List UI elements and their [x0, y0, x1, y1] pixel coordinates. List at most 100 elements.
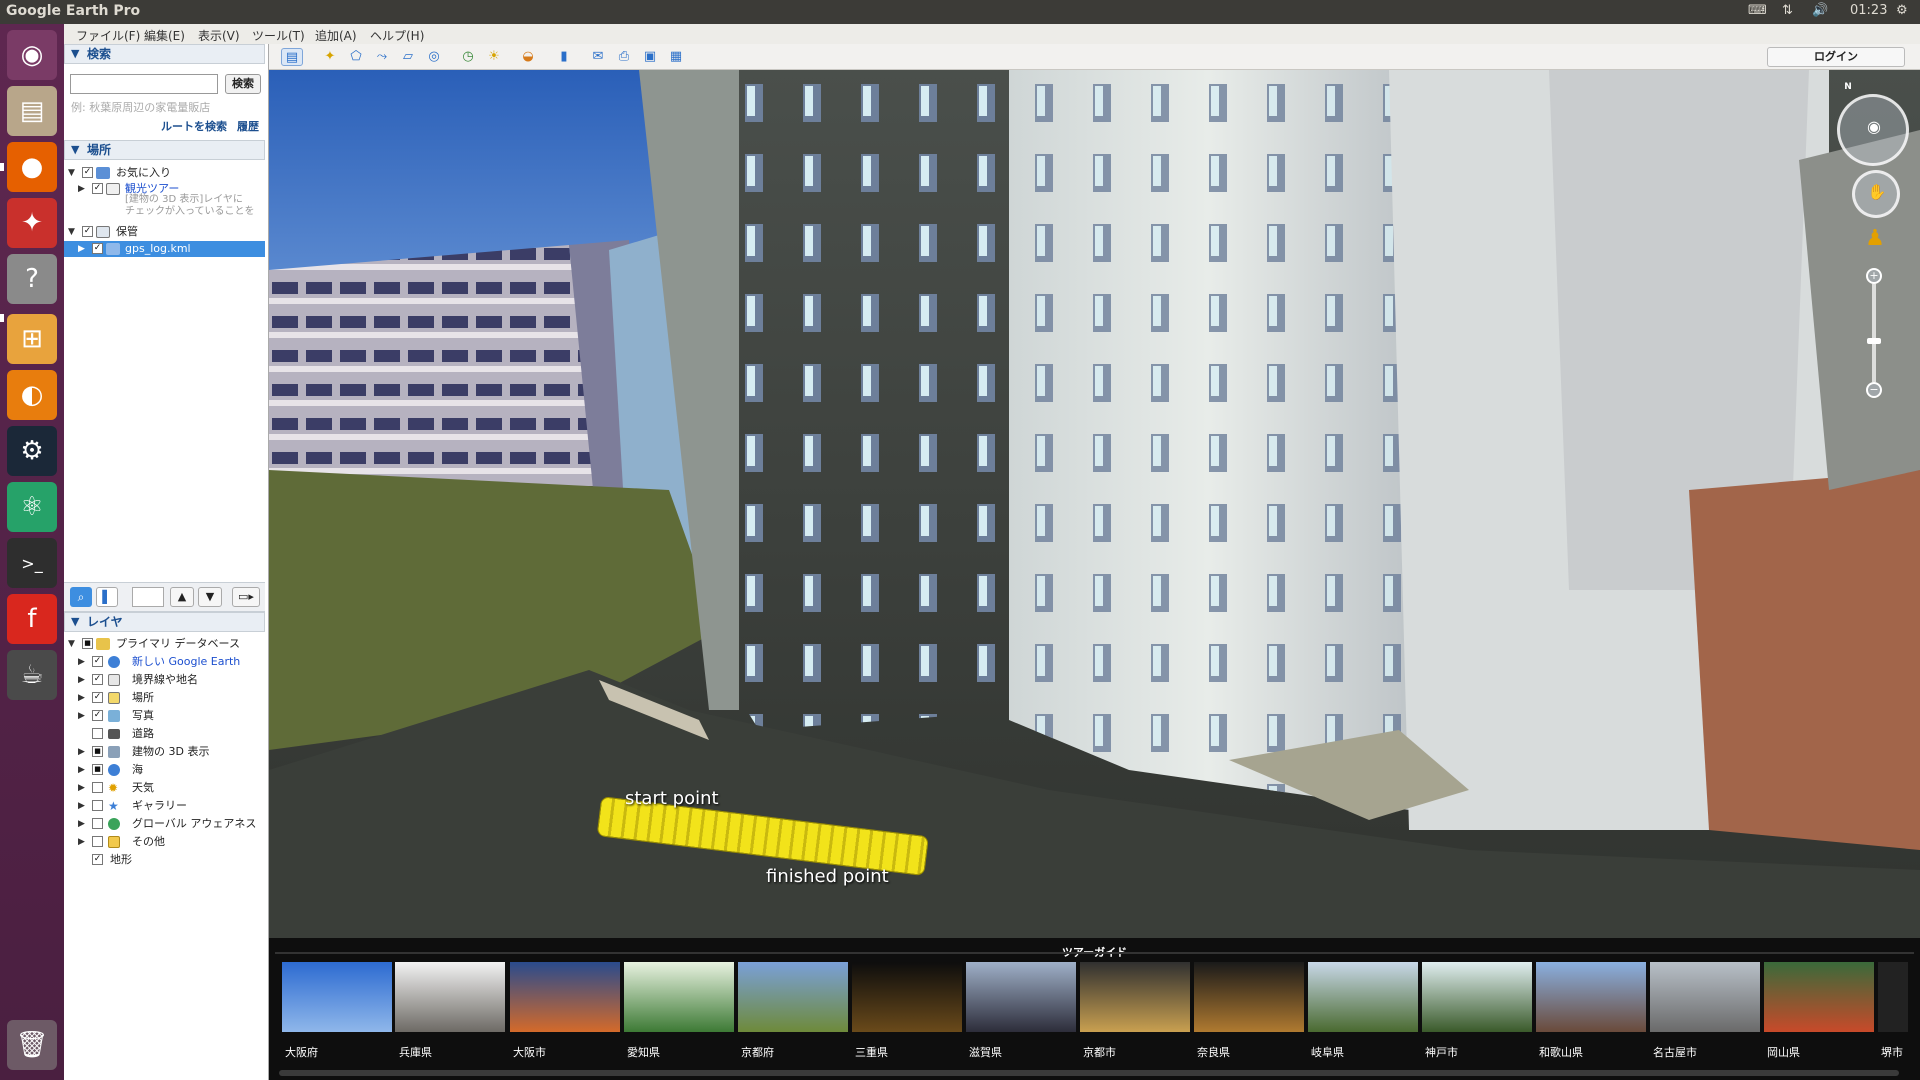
expand-arrow-icon[interactable]: ▶: [78, 798, 85, 814]
tour-thumbnail[interactable]: [282, 962, 392, 1032]
expand-arrow-icon[interactable]: ▶: [78, 708, 85, 724]
tour-thumbnail[interactable]: [1422, 962, 1532, 1032]
tour-thumbnail[interactable]: [624, 962, 734, 1032]
tour-item-label[interactable]: 大阪市: [513, 1044, 546, 1060]
history-link[interactable]: 履歴: [237, 119, 259, 135]
add-placemark-icon[interactable]: ✦: [319, 48, 341, 66]
diagram-app-icon[interactable]: ⊞: [7, 314, 57, 364]
tour-thumbnail[interactable]: [1764, 962, 1874, 1032]
expand-arrow-icon[interactable]: ▼: [68, 224, 75, 240]
street-view-pegman-icon[interactable]: ♟: [1865, 226, 1885, 256]
checkbox[interactable]: ✓: [92, 243, 103, 254]
save-image-icon[interactable]: ▣: [639, 48, 661, 66]
folder-menu-icon[interactable]: ▭▸: [232, 587, 260, 607]
move-up-icon[interactable]: ▲: [170, 587, 194, 607]
system-settings-icon[interactable]: ✦: [7, 198, 57, 248]
tour-thumbnail[interactable]: [1194, 962, 1304, 1032]
tour-item-label[interactable]: 大阪府: [285, 1044, 318, 1060]
flash-icon[interactable]: f: [7, 594, 57, 644]
expand-arrow-icon[interactable]: ▶: [78, 241, 85, 257]
start-point-label[interactable]: start point: [625, 788, 719, 809]
tour-item-label[interactable]: 岐阜県: [1311, 1044, 1344, 1060]
record-tour-icon[interactable]: ◎: [423, 48, 445, 66]
expand-arrow-icon[interactable]: ▶: [78, 672, 85, 688]
sunlight-icon[interactable]: ☀: [483, 48, 505, 66]
finish-point-label[interactable]: finished point: [766, 866, 889, 887]
expand-arrow-icon[interactable]: ▶: [78, 816, 85, 832]
tour-item-label[interactable]: 名古屋市: [1653, 1044, 1697, 1060]
tour-thumbnail[interactable]: [1878, 962, 1908, 1032]
tour-thumbnail[interactable]: [1650, 962, 1760, 1032]
zoom-out-icon[interactable]: −: [1866, 382, 1882, 398]
checkbox[interactable]: ✓: [82, 226, 93, 237]
expand-arrow-icon[interactable]: ▶: [78, 744, 85, 760]
places-panel-header[interactable]: ▼ 場所: [64, 140, 265, 160]
tour-item-label[interactable]: 兵庫県: [399, 1044, 432, 1060]
layer-item[interactable]: ▶ ✹ 天気: [64, 780, 264, 796]
layer-primary-database[interactable]: ▼ ■ プライマリ データベース: [64, 636, 264, 652]
route-search-link[interactable]: ルートを検索: [161, 119, 227, 135]
tour-thumbnail[interactable]: [738, 962, 848, 1032]
settings-gear-icon[interactable]: ⚙: [1896, 3, 1908, 18]
tree-item-saved[interactable]: ▼ ✓ 保管: [64, 224, 264, 240]
earth-3d-view[interactable]: start point finished point N ◉ ✋ ♟ + −: [269, 70, 1920, 938]
tour-item-label[interactable]: 奈良県: [1197, 1044, 1230, 1060]
sidebar-toggle-icon[interactable]: ▤: [281, 48, 303, 66]
tour-thumbnail[interactable]: [510, 962, 620, 1032]
expand-arrow-icon[interactable]: ▼: [68, 636, 75, 652]
tour-item-label[interactable]: 滋賀県: [969, 1044, 1002, 1060]
checkbox[interactable]: ✓: [92, 692, 103, 703]
search-icon[interactable]: ⌕: [70, 587, 92, 607]
clock[interactable]: 01:23: [1850, 3, 1887, 18]
tour-item-label[interactable]: 和歌山県: [1539, 1044, 1583, 1060]
blender-icon[interactable]: ◐: [7, 370, 57, 420]
tree-item-gps-log-selected[interactable]: ▶ ✓ gps_log.kml: [64, 241, 265, 257]
tour-item-label[interactable]: 神戸市: [1425, 1044, 1458, 1060]
layer-item[interactable]: ▶ その他: [64, 834, 264, 850]
checkbox[interactable]: [92, 800, 103, 811]
planets-icon[interactable]: ◒: [517, 48, 539, 66]
expand-arrow-icon[interactable]: ▼: [68, 165, 75, 181]
keyboard-icon[interactable]: ⌨: [1748, 3, 1767, 18]
image-overlay-icon[interactable]: ▱: [397, 48, 419, 66]
search-button[interactable]: 検索: [225, 74, 261, 94]
checkbox[interactable]: ✓: [82, 167, 93, 178]
ruler-icon[interactable]: ▮: [553, 48, 575, 66]
tree-item-favorites[interactable]: ▼ ✓ お気に入り: [64, 165, 264, 181]
historical-imagery-icon[interactable]: ◷: [457, 48, 479, 66]
tour-item-label[interactable]: 京都市: [1083, 1044, 1116, 1060]
layer-item[interactable]: ▶ ■ 海: [64, 762, 264, 778]
checkbox-partial[interactable]: ■: [82, 638, 93, 649]
tour-scrollbar[interactable]: [279, 1070, 1899, 1076]
search-input[interactable]: [70, 74, 218, 94]
network-icon[interactable]: ⇅: [1782, 3, 1793, 18]
layer-item[interactable]: ▶ ✓ 境界線や地名: [64, 672, 264, 688]
tour-item-label[interactable]: 三重県: [855, 1044, 888, 1060]
menu-file[interactable]: ファイル(F): [76, 27, 140, 44]
tour-thumbnail[interactable]: [1308, 962, 1418, 1032]
tour-item-label[interactable]: 愛知県: [627, 1044, 660, 1060]
tour-item-label[interactable]: 岡山県: [1767, 1044, 1800, 1060]
checkbox[interactable]: ✓: [92, 854, 103, 865]
print-icon[interactable]: ⎙: [613, 48, 635, 66]
ubuntu-dash-icon[interactable]: ◉: [7, 30, 57, 80]
expand-arrow-icon[interactable]: ▶: [78, 834, 85, 850]
places-filter-field[interactable]: [132, 587, 164, 607]
menu-help[interactable]: ヘルプ(H): [370, 27, 424, 44]
checkbox[interactable]: [92, 818, 103, 829]
checkbox-partial[interactable]: ■: [92, 764, 103, 775]
steam-icon[interactable]: ⚙: [7, 426, 57, 476]
tour-thumbnail[interactable]: [1536, 962, 1646, 1032]
menu-tools[interactable]: ツール(T): [252, 27, 305, 44]
zoom-slider-handle[interactable]: [1867, 338, 1881, 344]
add-path-icon[interactable]: ⤳: [371, 48, 393, 66]
layers-panel-header[interactable]: ▼ レイヤ: [64, 612, 265, 632]
expand-arrow-icon[interactable]: ▶: [78, 654, 85, 670]
menu-view[interactable]: 表示(V): [198, 27, 240, 44]
tour-item-label[interactable]: 京都府: [741, 1044, 774, 1060]
login-button[interactable]: ログイン: [1767, 47, 1905, 67]
checkbox[interactable]: ✓: [92, 183, 103, 194]
checkbox[interactable]: [92, 728, 103, 739]
menu-edit[interactable]: 編集(E): [144, 27, 185, 44]
zoom-slider-track[interactable]: [1872, 284, 1876, 382]
